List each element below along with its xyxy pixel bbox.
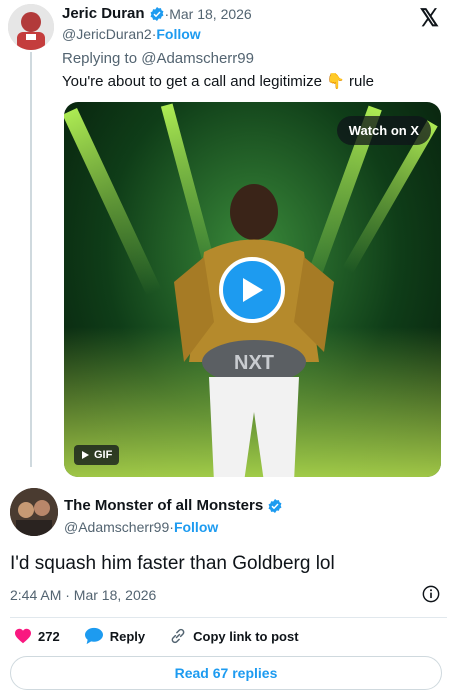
tweet-date[interactable]: Mar 18, 2026 (169, 6, 252, 22)
x-logo-icon[interactable]: 𝕏 (420, 4, 439, 33)
reply-author-handle[interactable]: @Adamscherr99 (64, 519, 169, 535)
reply-tweet-text: I'd squash him faster than Goldberg lol (10, 553, 335, 574)
play-small-icon (82, 451, 89, 459)
divider (10, 617, 447, 618)
tweet-text-main: You're about to get a call and legitimiz… (62, 73, 327, 90)
avatar[interactable] (8, 4, 54, 50)
reply-timestamp[interactable]: 2:44 AM · Mar 18, 2026 (10, 587, 156, 603)
handle-row: @JericDuran2 · Follow (62, 26, 201, 42)
play-button[interactable] (219, 257, 285, 323)
copy-link-button[interactable]: Copy link to post (169, 627, 299, 645)
author-handle[interactable]: @JericDuran2 (62, 26, 152, 42)
reply-handle-row: @Adamscherr99 · Follow (64, 519, 218, 535)
gif-badge: GIF (74, 445, 120, 465)
tweet-text-end: rule (344, 73, 375, 90)
video-media[interactable]: NXT Watch on X GIF (64, 102, 441, 477)
read-replies-button[interactable]: Read 67 replies (10, 656, 442, 690)
replying-to-label: Replying to @Adamscherr99 (62, 50, 254, 67)
avatar[interactable] (10, 488, 58, 536)
copy-link-label: Copy link to post (193, 628, 299, 644)
author-name[interactable]: Jeric Duran (62, 5, 145, 22)
info-icon[interactable] (422, 585, 440, 603)
verified-badge-icon (150, 6, 164, 21)
reply-author-name[interactable]: The Monster of all Monsters (64, 497, 263, 514)
point-down-emoji-icon: 👇 (326, 73, 345, 90)
gif-label: GIF (94, 449, 113, 461)
follow-button[interactable]: Follow (156, 26, 200, 42)
svg-text:NXT: NXT (234, 352, 274, 374)
reply-bubble-icon (84, 627, 103, 645)
action-bar: 272 Reply Copy link to post (14, 627, 323, 645)
like-button[interactable]: 272 (14, 628, 60, 644)
play-icon (243, 278, 263, 302)
heart-icon (15, 628, 31, 644)
stage-light-beam (64, 107, 162, 297)
like-count: 272 (38, 628, 60, 644)
watch-on-x-button[interactable]: Watch on X (336, 116, 431, 145)
reply-button[interactable]: Reply (84, 627, 145, 645)
link-icon (171, 628, 185, 644)
wrestler-figure: NXT (174, 184, 334, 477)
follow-button[interactable]: Follow (174, 519, 218, 535)
reply-author-header: The Monster of all Monsters (64, 497, 283, 514)
verified-badge-icon (268, 498, 282, 513)
tweet-text: You're about to get a call and legitimiz… (62, 72, 374, 90)
reply-label: Reply (109, 628, 146, 644)
thread-connector-line (30, 52, 32, 467)
author-header: Jeric Duran · Mar 18, 2026 (62, 5, 252, 22)
